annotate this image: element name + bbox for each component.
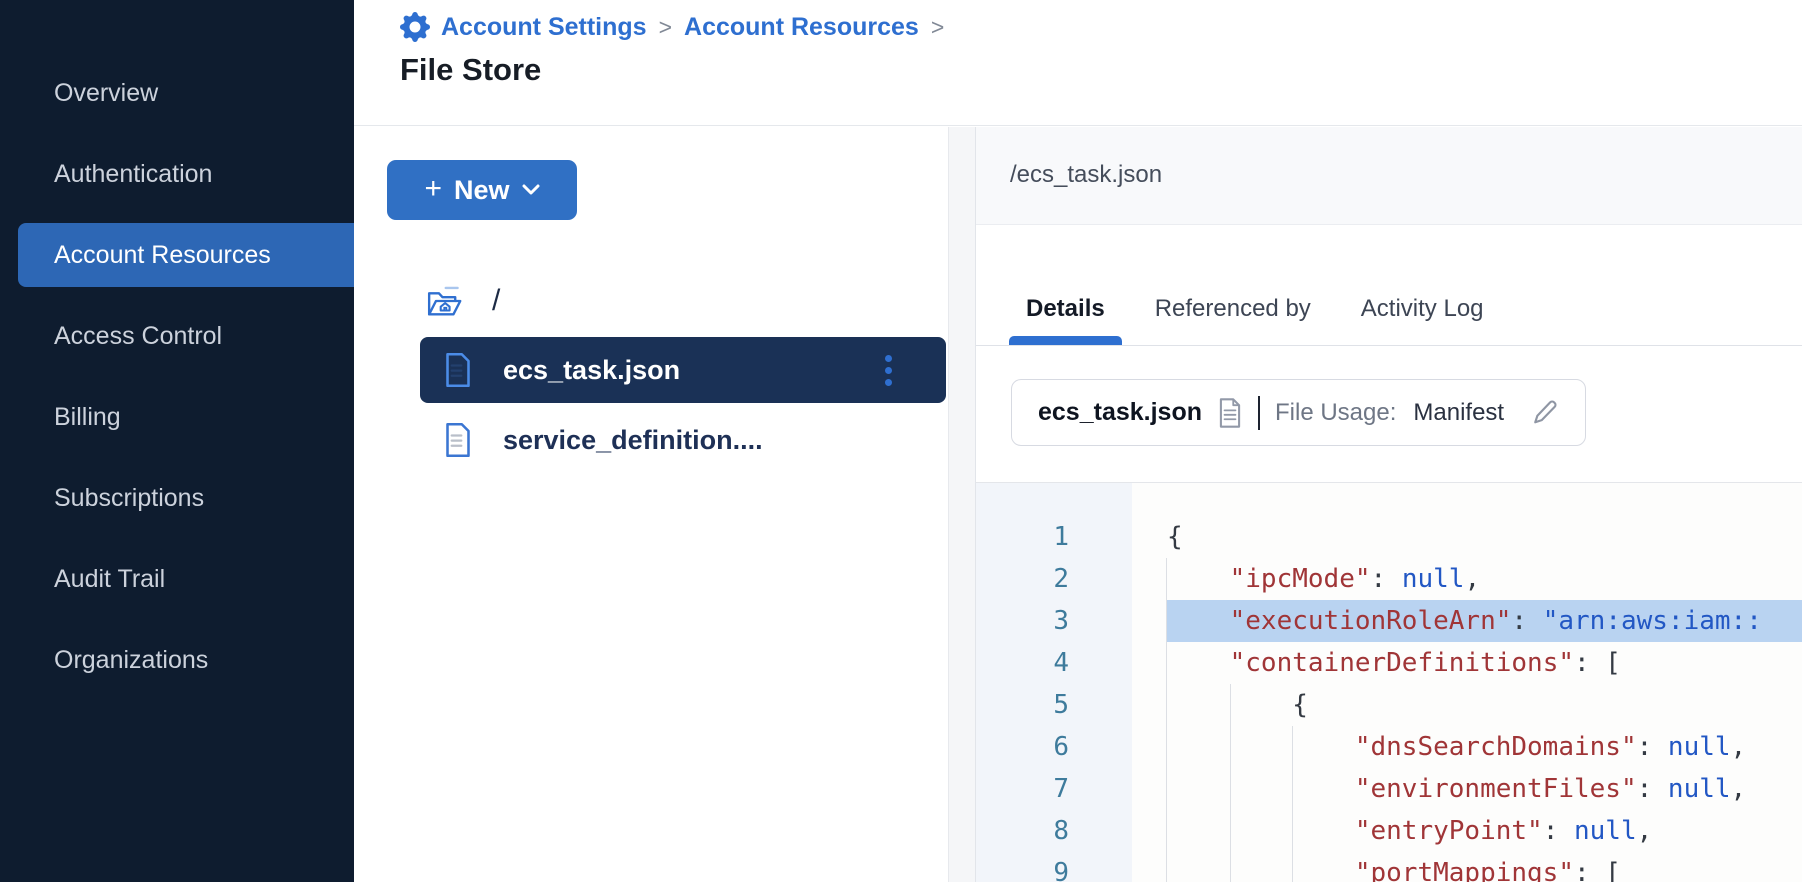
app-window: OverviewAuthenticationAccount ResourcesA…	[0, 0, 1802, 882]
file-usage-value: Manifest	[1413, 399, 1504, 427]
code-line-1[interactable]: {	[1167, 516, 1802, 558]
sidebar-item-authentication[interactable]: Authentication	[18, 142, 354, 206]
sidebar-item-subscriptions[interactable]: Subscriptions	[18, 466, 354, 530]
file-row-service-definition[interactable]: service_definition....	[420, 409, 946, 471]
home-folder-icon	[425, 283, 465, 319]
line-number: 6	[976, 726, 1069, 768]
chevron-down-icon	[522, 184, 540, 196]
code-line-3[interactable]: "executionRoleArn": "arn:aws:iam::	[1167, 600, 1802, 642]
sidebar-item-access-control[interactable]: Access Control	[18, 304, 354, 368]
sidebar-item-billing[interactable]: Billing	[18, 385, 354, 449]
file-name: ecs_task.json	[503, 355, 680, 386]
tab-referenced-by[interactable]: Referenced by	[1138, 295, 1328, 345]
file-detail-panel: /ecs_task.json Details Referenced by Act…	[976, 127, 1802, 882]
line-number: 5	[976, 684, 1069, 726]
root-folder-row[interactable]: /	[425, 283, 948, 319]
line-number: 4	[976, 642, 1069, 684]
main-area: Account Settings > Account Resources > F…	[354, 0, 1802, 882]
line-number: 1	[976, 516, 1069, 558]
file-path: /ecs_task.json	[1010, 161, 1162, 188]
page-title: File Store	[400, 52, 1802, 88]
file-usage-label: File Usage:	[1275, 399, 1396, 427]
edit-pencil-icon[interactable]	[1529, 398, 1559, 428]
new-button[interactable]: + New	[387, 160, 577, 220]
gear-icon	[400, 12, 430, 42]
sidebar-item-organizations[interactable]: Organizations	[18, 628, 354, 692]
file-info-name: ecs_task.json	[1038, 398, 1202, 427]
line-number: 2	[976, 558, 1069, 600]
line-number: 9	[976, 852, 1069, 882]
page-header: Account Settings > Account Resources > F…	[354, 0, 1802, 126]
root-folder-label: /	[492, 284, 500, 318]
file-icon	[443, 422, 473, 458]
plus-icon: +	[424, 172, 442, 206]
breadcrumb: Account Settings > Account Resources >	[400, 11, 1802, 43]
sidebar-nav: Overview Authentication Account Resources A…	[0, 0, 354, 882]
breadcrumb-account-resources[interactable]: Account Resources	[684, 13, 919, 42]
sidebar-item-overview[interactable]: Overview	[18, 61, 354, 125]
file-info-box: ecs_task.json File Usage: Manifest	[1011, 379, 1586, 446]
document-icon	[1217, 397, 1243, 429]
new-button-label: New	[454, 175, 510, 206]
tab-activity-log[interactable]: Activity Log	[1344, 295, 1501, 345]
code-line-8[interactable]: "entryPoint": null,	[1167, 810, 1802, 852]
code-line-7[interactable]: "environmentFiles": null,	[1167, 768, 1802, 810]
panel-divider	[948, 127, 976, 882]
sidebar-item-account-resources[interactable]: Account Resources	[18, 223, 354, 287]
indent-guide	[1166, 558, 1167, 882]
file-icon	[443, 352, 473, 388]
file-name: service_definition....	[503, 425, 763, 456]
file-row-ecs-task[interactable]: ecs_task.json	[420, 337, 946, 403]
code-line-4[interactable]: "containerDefinitions": [	[1167, 642, 1802, 684]
tab-details[interactable]: Details	[1009, 295, 1122, 345]
code-line-5[interactable]: {	[1167, 684, 1802, 726]
sidebar-item-audit-trail[interactable]: Audit Trail	[18, 547, 354, 611]
line-number: 3	[976, 600, 1069, 642]
file-info-section: ecs_task.json File Usage: Manifest	[976, 346, 1802, 483]
file-path-header: /ecs_task.json	[976, 127, 1802, 225]
kebab-menu-icon[interactable]	[881, 351, 896, 390]
divider-bar	[1258, 396, 1260, 430]
content-area: + New /	[354, 127, 1802, 882]
indent-guide	[1292, 726, 1293, 882]
code-line-9[interactable]: "portMappings": [	[1167, 852, 1802, 882]
detail-tabs: Details Referenced by Activity Log	[976, 225, 1802, 346]
code-viewer: 123456789 { "ipcMode": null, "executionR…	[976, 483, 1802, 882]
breadcrumb-separator: >	[930, 14, 945, 41]
code-line-2[interactable]: "ipcMode": null,	[1167, 558, 1802, 600]
line-number: 8	[976, 810, 1069, 852]
code-line-6[interactable]: "dnsSearchDomains": null,	[1167, 726, 1802, 768]
breadcrumb-account-settings[interactable]: Account Settings	[441, 13, 647, 42]
file-store-panel: + New /	[354, 127, 948, 882]
code-gutter: 123456789	[976, 483, 1132, 882]
indent-guide	[1230, 684, 1231, 882]
breadcrumb-separator: >	[658, 14, 673, 41]
line-number: 7	[976, 768, 1069, 810]
code-lines: { "ipcMode": null, "executionRoleArn": "…	[1132, 483, 1802, 882]
